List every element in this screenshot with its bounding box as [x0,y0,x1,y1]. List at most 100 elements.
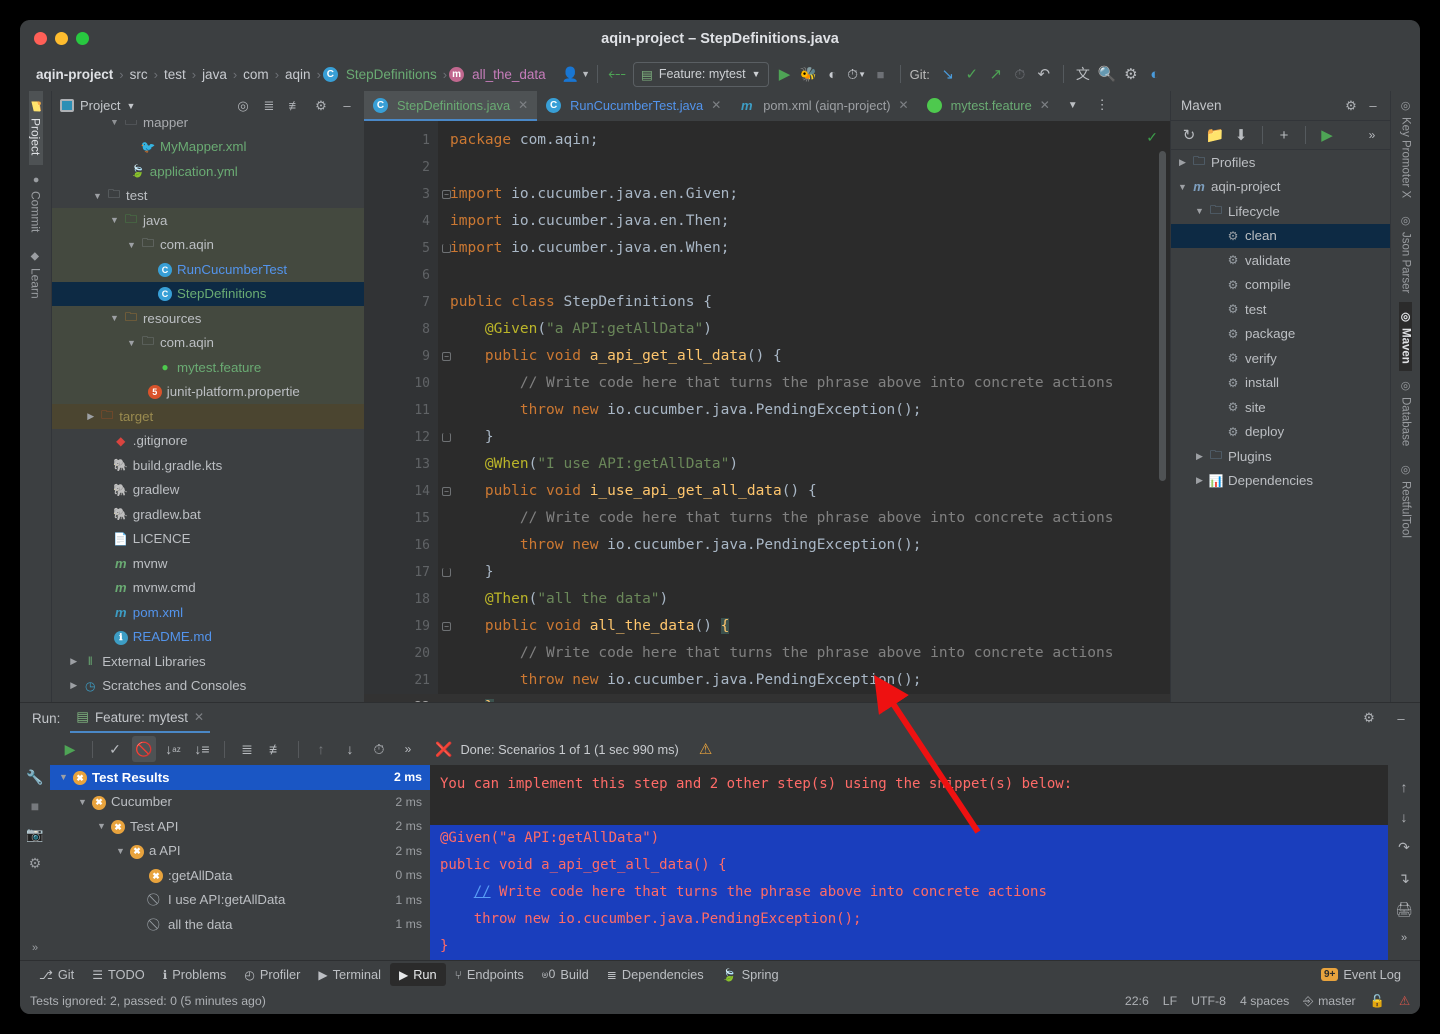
bottom-tab-git[interactable]: ⎇ Git [30,963,83,986]
settings-icon[interactable]: ⚙ [1119,61,1143,87]
code-line[interactable]: package com.aqin; [438,127,1170,154]
collapse-arrow-icon[interactable]: ▶ [1175,157,1190,168]
history-icon[interactable]: ⏱ [1008,61,1032,87]
expand-all-icon[interactable]: ≣ [258,95,280,117]
project-tree-item[interactable]: 5 junit-platform.propertie [52,379,364,404]
scroll-up-icon[interactable]: ↑ [1401,779,1408,795]
maven-tree-item[interactable]: ⚙ validate [1171,248,1390,273]
caret-position[interactable]: 22:6 [1125,994,1149,1008]
test-result-row[interactable]: ▼ ✖ Test API 2 ms [50,814,430,839]
project-tree-item[interactable]: 🐦 MyMapper.xml [52,135,364,160]
git-update-icon[interactable]: ↘ [936,61,960,87]
run-icon[interactable]: ▶ [1315,122,1339,148]
read-write-lock-icon[interactable]: 🔓 [1370,994,1385,1009]
right-sidebar-item-restfultool[interactable]: ◎ RestfulTool [1399,455,1412,546]
run-icon[interactable]: ▶ [773,61,797,87]
add-maven-projects-icon[interactable]: 📁 [1203,122,1227,148]
rerun-icon[interactable]: ▶ [58,736,82,762]
code-line[interactable]: throw new io.cucumber.java.PendingExcept… [438,532,1170,559]
profiler-icon[interactable]: ⏱ ▼ [845,61,869,87]
collapse-all-icon[interactable]: ≢ [284,95,306,117]
collapse-arrow-icon[interactable]: ▶ [1192,475,1207,486]
breadcrumb-test[interactable]: test [160,67,190,82]
project-tree-item[interactable]: ▼ 🗀 com.aqin [52,330,364,355]
project-tree-item[interactable]: ● mytest.feature [52,355,364,380]
maven-tree-item[interactable]: ⚙ deploy [1171,420,1390,445]
project-tree-item[interactable]: ▶ ‖ External Libraries [52,649,364,674]
project-tree-item[interactable]: ▶ 🗀 target [52,404,364,429]
expand-arrow-icon[interactable]: ▼ [107,215,122,225]
collapse-arrow-icon[interactable]: ▶ [66,656,81,667]
code-line[interactable]: throw new io.cucumber.java.PendingExcept… [438,667,1170,694]
test-result-row[interactable]: ▼ ✖ a API 2 ms [50,839,430,864]
scroll-to-end-icon[interactable]: ↴ [1398,870,1410,887]
minimize-window-button[interactable] [55,32,68,45]
code-content[interactable]: package com.aqin; import io.cucumber.jav… [438,121,1170,702]
settings-icon[interactable]: ⚙ [1340,95,1362,117]
maven-tree-item[interactable]: ⚙ package [1171,322,1390,347]
editor-vertical-scrollbar[interactable] [1159,151,1166,481]
maven-tree-item[interactable]: ⚙ compile [1171,273,1390,298]
settings-icon[interactable]: ⚙ [1358,707,1380,729]
search-everywhere-icon[interactable]: 🔍 [1095,61,1119,87]
project-tree-item[interactable]: ▼ 🗀 java [52,208,364,233]
more-icon[interactable]: » [1360,122,1384,148]
more-icon[interactable]: » [396,736,420,762]
maven-tree-item[interactable]: ⚙ install [1171,371,1390,396]
download-sources-icon[interactable]: ⬇ [1229,122,1253,148]
hide-icon[interactable]: – [336,95,358,117]
inspection-status-icon[interactable]: ⚠ [1399,994,1410,1008]
close-icon[interactable]: ✕ [194,710,204,724]
project-tree-item[interactable]: 🍃 application.yml [52,159,364,184]
close-icon[interactable]: ✕ [899,98,909,112]
code-line[interactable] [438,262,1170,289]
project-tree-item[interactable]: C StepDefinitions [52,281,364,306]
print-icon[interactable]: 🖨 [1395,901,1413,918]
breadcrumb-java[interactable]: java [198,67,231,82]
run-with-coverage-icon[interactable]: ◐ [821,61,845,87]
bottom-tab-terminal[interactable]: ▶ Terminal [309,963,390,986]
tab-more-options-icon[interactable]: ⋮ [1087,91,1118,121]
project-tree-item[interactable]: ▼ 🗀 mapper [52,120,364,135]
debug-icon[interactable]: 🐝 [797,61,821,87]
expand-arrow-icon[interactable]: ▼ [124,338,139,348]
ai-assistant-icon[interactable]: ◐ [1143,61,1167,87]
show-ignored-icon[interactable]: 🚫 [132,736,156,762]
git-branch-widget[interactable]: ⎆ master [1303,994,1355,1009]
more-icon[interactable]: » [1401,932,1407,944]
close-icon[interactable]: ✕ [711,98,721,112]
project-panel-title-group[interactable]: Project ▼ [60,98,135,113]
close-window-button[interactable] [34,32,47,45]
git-commit-icon[interactable]: ✓ [960,61,984,87]
code-line[interactable]: public void i_use_api_get_all_data() { [438,478,1170,505]
code-line[interactable] [438,154,1170,181]
bottom-tab-dependencies[interactable]: ≣ Dependencies [598,963,713,986]
code-line[interactable]: // Write code here that turns the phrase… [438,640,1170,667]
run-console[interactable]: You can implement this step and 2 other … [430,765,1388,960]
maven-tree-item[interactable]: ▶ 🗀 Plugins [1171,444,1390,469]
editor-tab[interactable]: m pom.xml (aiqn-project) ✕ [730,91,917,121]
code-line[interactable]: public void all_the_data() { [438,613,1170,640]
project-tree-item[interactable]: m mvnw.cmd [52,576,364,601]
history-icon[interactable]: ⏱ [367,736,391,762]
maven-tree[interactable]: ▶ 🗀 Profiles ▼ m aqin-project ▼ 🗀 Lifecycle ⚙ clea… [1171,150,1390,702]
wrench-icon[interactable]: 🔧 [26,769,43,786]
expand-arrow-icon[interactable]: ▼ [75,797,90,807]
select-opened-file-icon[interactable]: ◎ [232,95,254,117]
console-selected-snippet[interactable]: @Given("a API:getAllData") public void a_… [430,825,1388,960]
code-line[interactable]: public void a_api_get_all_data() { [438,343,1170,370]
translate-icon[interactable]: 文 [1071,61,1095,87]
code-line[interactable]: @When("I use API:getAllData") [438,451,1170,478]
collapse-arrow-icon[interactable]: ▶ [83,411,98,422]
sort-by-duration-icon[interactable]: ↓≡ [190,736,214,762]
breadcrumb-method[interactable]: all_the_data [468,67,550,82]
tab-overflow-chevron-down-icon[interactable]: ▼ [1059,91,1087,121]
bottom-tab-profiler[interactable]: ◴ Profiler [235,963,309,986]
right-sidebar-item-database[interactable]: ◎ Database [1399,371,1412,454]
bottom-tab-todo[interactable]: ☰ TODO [83,963,154,986]
sidebar-item-commit[interactable]: ● Commit [29,165,43,241]
code-line[interactable]: } [438,424,1170,451]
code-line[interactable]: public class StepDefinitions { [438,289,1170,316]
sort-alphabetically-icon[interactable]: ↓ az [161,736,185,762]
right-sidebar-item-key-promoter-x[interactable]: ◎ Key Promoter X [1399,91,1412,206]
